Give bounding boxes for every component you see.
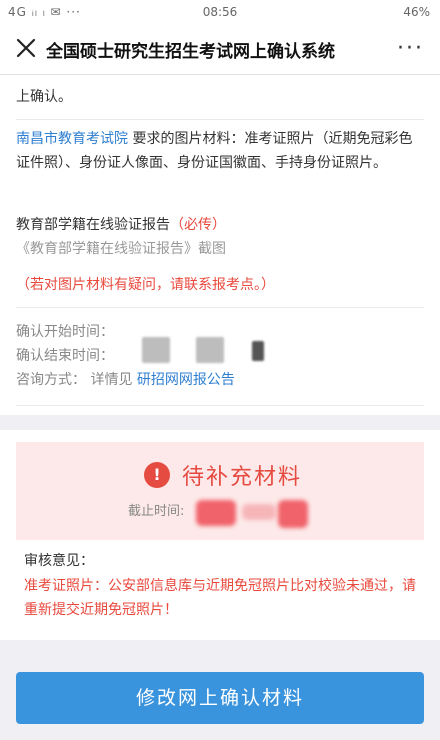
redacted-value xyxy=(196,337,224,363)
redacted-value xyxy=(252,341,264,361)
consult-text: 详情见 xyxy=(90,372,133,388)
redacted-deadline xyxy=(278,500,308,528)
report-requirement: 教育部学籍在线验证报告（必传） xyxy=(16,213,426,237)
deadline-label: 截止时间: xyxy=(128,504,185,519)
nav-bar: 全国硕士研究生招生考试网上确认系统 ··· xyxy=(0,24,440,75)
intro-tail-text: 上确认。 xyxy=(16,89,72,105)
consult-row: 咨询方式： 详情见 研招网网报公告 xyxy=(16,368,426,392)
material-info-card: 上确认。 南昌市教育考试院 要求的图片材料：准考证照片（近期免冠彩色证件照）、身… xyxy=(0,75,440,415)
divider xyxy=(16,307,424,308)
warning-icon: ! xyxy=(144,462,170,488)
page-title: 全国硕士研究生招生考试网上确认系统 xyxy=(46,42,335,62)
review-label: 审核意见： xyxy=(24,553,94,569)
confirm-end-label: 确认结束时间： xyxy=(16,348,114,364)
redacted-value xyxy=(142,337,170,363)
materials-requirement: 南昌市教育考试院 要求的图片材料：准考证照片（近期免冠彩色证件照）、身份证人像面… xyxy=(16,127,426,175)
announcement-link[interactable]: 研招网网报公告 xyxy=(137,372,235,388)
clock: 08:56 xyxy=(202,5,238,19)
material-note: （若对图片材料有疑问，请联系报考点。） xyxy=(16,277,275,293)
redacted-deadline xyxy=(196,500,236,526)
divider xyxy=(16,405,424,406)
status-title: 待补充材料 xyxy=(182,465,303,490)
report-title: 教育部学籍在线验证报告 xyxy=(16,217,170,233)
confirm-start-label: 确认开始时间： xyxy=(16,324,114,340)
exam-institute-link[interactable]: 南昌市教育考试院 xyxy=(16,131,128,147)
more-menu-icon[interactable]: ··· xyxy=(397,36,424,61)
battery-level: 46% xyxy=(403,5,430,19)
divider xyxy=(16,119,424,120)
close-icon[interactable] xyxy=(12,34,40,62)
modify-materials-button[interactable]: 修改网上确认材料 xyxy=(16,672,424,724)
report-required-tag: （必传） xyxy=(170,217,226,233)
consult-label: 咨询方式： xyxy=(16,372,86,388)
review-status-card: ! 待补充材料 截止时间: 审核意见： 准考证照片：公安部信息库与近期免冠照片比… xyxy=(0,430,440,640)
status-banner: ! 待补充材料 截止时间: xyxy=(16,442,424,540)
status-bar: 4G ᵢₗ ₗ ✉ ··· 08:56 46% xyxy=(0,0,440,24)
redacted-deadline xyxy=(242,504,276,520)
report-screenshot-label: 《教育部学籍在线验证报告》截图 xyxy=(16,241,226,257)
review-opinion: 准考证照片：公安部信息库与近期免冠照片比对校验未通过，请重新提交近期免冠照片！ xyxy=(24,578,416,618)
